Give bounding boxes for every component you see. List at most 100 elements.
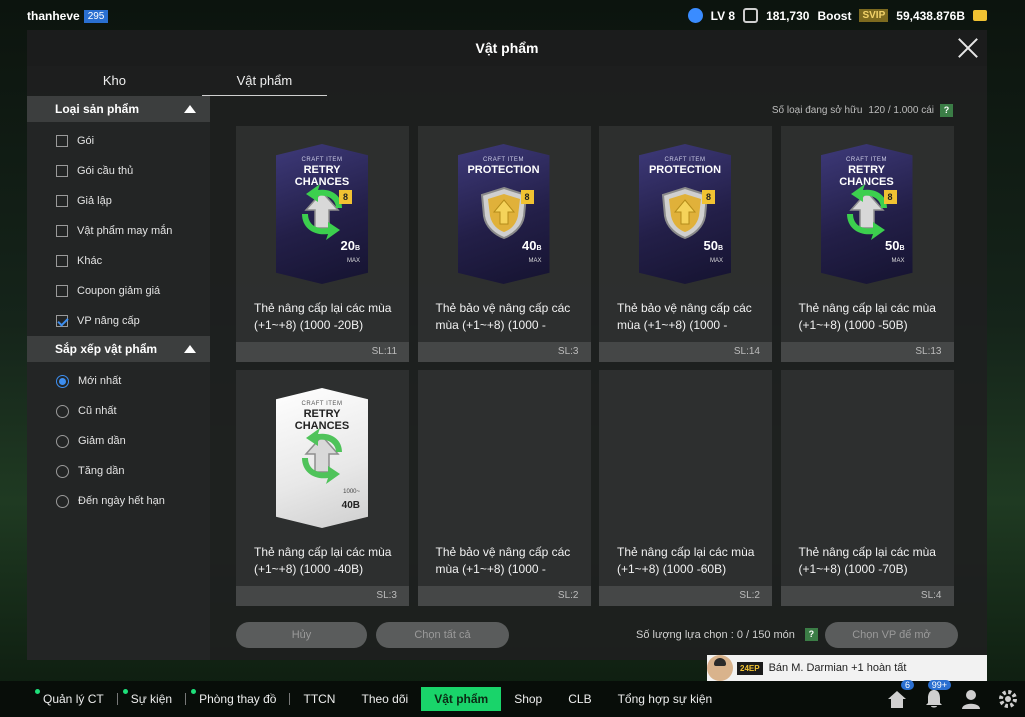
close-icon[interactable] bbox=[957, 37, 979, 59]
item-value-unit: B bbox=[717, 245, 723, 252]
tab-kho[interactable]: Kho bbox=[27, 66, 202, 96]
category-option[interactable]: Vật phẩm may mắn bbox=[27, 216, 210, 246]
cancel-button[interactable]: Hủy bbox=[236, 622, 367, 648]
item-title: Thẻ nâng cấp lại các mùa (+1~+8) (1000 -6… bbox=[617, 544, 762, 578]
notification-text: Bán M. Darmian +1 hoàn tất bbox=[768, 662, 907, 674]
username: thanheve bbox=[27, 9, 80, 23]
item-value-unit: B bbox=[354, 245, 360, 252]
category-option[interactable]: Coupon giảm giá bbox=[27, 276, 210, 306]
radio-button[interactable] bbox=[56, 404, 69, 418]
category-option[interactable]: Khác bbox=[27, 246, 210, 276]
bottom-nav-item[interactable]: Tổng hợp sự kiện bbox=[605, 687, 726, 711]
sort-section-header[interactable]: Sắp xếp vật phẩm bbox=[27, 336, 210, 362]
item-title-line1: Thẻ nâng cấp lại các mùa bbox=[617, 545, 755, 559]
notification-toast[interactable]: 24EP Bán M. Darmian +1 hoàn tất bbox=[707, 655, 987, 681]
item-value-sub: MAX bbox=[709, 258, 723, 264]
settings-gear-icon[interactable] bbox=[997, 688, 1019, 710]
item-value: 20B MAX bbox=[340, 239, 360, 268]
item-title-line2: (+1~+8) (1000 -60B) bbox=[617, 562, 727, 576]
item-value-sub: MAX bbox=[346, 258, 360, 264]
tab-vat-pham[interactable]: Vật phẩm bbox=[201, 66, 327, 96]
checkbox[interactable] bbox=[56, 135, 68, 147]
bottom-nav-item[interactable]: Quản lý CT bbox=[30, 687, 117, 711]
bottom-nav-item[interactable]: Shop bbox=[501, 687, 555, 711]
radio-button[interactable] bbox=[56, 464, 69, 478]
collapse-triangle-icon bbox=[184, 345, 196, 353]
home-icon[interactable]: 6 bbox=[886, 680, 914, 710]
item-value: 1000~ 40B bbox=[342, 486, 360, 512]
item-value-sub: MAX bbox=[528, 258, 542, 264]
sort-option[interactable]: Cũ nhất bbox=[27, 396, 210, 426]
owned-count: Số loại đang sở hữu 120 / 1.000 cái ? bbox=[772, 104, 953, 117]
checkbox[interactable] bbox=[56, 165, 68, 177]
level-icon bbox=[687, 8, 703, 23]
item-title-line2: (+1~+8) (1000 -20B) bbox=[254, 318, 364, 332]
sort-option[interactable]: Tăng dần bbox=[27, 456, 210, 486]
help-icon[interactable]: ? bbox=[940, 104, 953, 117]
checkbox[interactable] bbox=[56, 195, 68, 207]
open-item-button[interactable]: Chọn VP để mở bbox=[825, 622, 958, 648]
category-option[interactable]: VP nâng cấp bbox=[27, 306, 210, 336]
sort-list: Mới nhất Cũ nhất Giảm dần Tăng dần Đến ngày … bbox=[27, 362, 210, 516]
item-card[interactable]: CRAFT ITEM RETRY CHANCES 8 50B MAX Thẻ nâng c… bbox=[780, 126, 954, 362]
item-quantity: SL:3 bbox=[417, 342, 591, 362]
checkbox[interactable] bbox=[56, 315, 68, 327]
sort-option-label: Giảm dần bbox=[78, 435, 126, 447]
category-list: Gói Gói cầu thủ Giả lập Vật phẩm may mắn Khá… bbox=[27, 122, 210, 336]
item-card[interactable]: CRAFT ITEM RETRY CHANCES 1000~ 40B Thẻ nâng … bbox=[236, 370, 409, 606]
upgrade-level-badge: 8 bbox=[702, 190, 715, 204]
item-title-line2: mùa (+1~+8) (1000 - bbox=[617, 318, 728, 332]
bell-icon[interactable]: 99+ bbox=[923, 680, 951, 710]
item-title: Thẻ nâng cấp lại các mùa (+1~+8) (1000 -7… bbox=[799, 544, 944, 578]
item-card[interactable]: Thẻ nâng cấp lại các mùa (+1~+8) (1000 -6… bbox=[599, 370, 772, 606]
item-card[interactable]: CRAFT ITEM PROTECTION 8 50B MAX Thẻ bảo vệ nâ… bbox=[599, 126, 772, 362]
radio-button[interactable] bbox=[56, 374, 69, 388]
bottom-nav-item[interactable]: CLB bbox=[555, 687, 604, 711]
select-all-button[interactable]: Chọn tất cả bbox=[376, 622, 509, 648]
sort-option-label: Đến ngày hết hạn bbox=[78, 495, 165, 507]
home-badge: 6 bbox=[900, 680, 914, 690]
bottom-nav-label: CLB bbox=[568, 692, 592, 706]
item-value: 50B MAX bbox=[703, 239, 723, 268]
modal-tabs: Kho Vật phẩm bbox=[27, 66, 327, 96]
item-quantity: SL:14 bbox=[599, 342, 772, 362]
category-section-header[interactable]: Loại sản phẩm bbox=[27, 96, 210, 122]
item-card[interactable]: Thẻ bảo vệ nâng cấp các mùa (+1~+8) (1000… bbox=[417, 370, 591, 606]
profile-icon[interactable] bbox=[960, 688, 982, 710]
bottom-nav-item[interactable]: TTCN bbox=[290, 687, 348, 711]
item-card[interactable]: CRAFT ITEM PROTECTION 8 40B MAX Thẻ bảo vệ nâ… bbox=[417, 126, 591, 362]
item-quantity: SL:4 bbox=[780, 586, 954, 606]
retry-arrow-icon bbox=[294, 428, 350, 484]
item-card[interactable]: CRAFT ITEM RETRY CHANCES 8 20B MAX Thẻ nâng c… bbox=[236, 126, 409, 362]
user-info[interactable]: thanheve 295 bbox=[27, 9, 109, 23]
bottom-icons: 6 99+ bbox=[886, 680, 1019, 717]
item-quantity: SL:13 bbox=[780, 342, 954, 362]
top-status-bar: thanheve 295 LV 8 181,730 Boost SVIP 59,… bbox=[0, 0, 1025, 32]
filter-sidebar: Loại sản phẩm Gói Gói cầu thủ Giả lập Vật p… bbox=[27, 96, 210, 660]
sort-option[interactable]: Đến ngày hết hạn bbox=[27, 486, 210, 516]
item-value-text: 40 bbox=[521, 238, 537, 253]
selection-count: Số lượng lựa chọn : 0 / 150 món bbox=[636, 628, 795, 641]
category-option-label: Gói cầu thủ bbox=[77, 165, 134, 177]
item-value: 40B MAX bbox=[522, 239, 542, 268]
bottom-nav-item[interactable]: Sự kiện bbox=[118, 687, 185, 711]
item-title-line1: Thẻ nâng cấp lại các mùa bbox=[798, 545, 936, 559]
checkbox[interactable] bbox=[56, 285, 68, 297]
bottom-nav-item[interactable]: Theo dõi bbox=[348, 687, 421, 711]
radio-button[interactable] bbox=[56, 434, 69, 448]
help-icon[interactable]: ? bbox=[804, 628, 818, 641]
radio-button[interactable] bbox=[56, 494, 69, 508]
checkbox[interactable] bbox=[56, 255, 68, 267]
category-option-label: VP nâng cấp bbox=[77, 315, 140, 327]
sort-option[interactable]: Mới nhất bbox=[27, 366, 210, 396]
category-option[interactable]: Gói cầu thủ bbox=[27, 156, 210, 186]
item-card[interactable]: Thẻ nâng cấp lại các mùa (+1~+8) (1000 -7… bbox=[780, 370, 954, 606]
bottom-nav-item[interactable]: Vật phẩm bbox=[421, 687, 502, 711]
category-option[interactable]: Gói bbox=[27, 126, 210, 156]
bottom-nav-item[interactable]: Phòng thay đồ bbox=[186, 687, 289, 711]
sort-option[interactable]: Giảm dần bbox=[27, 426, 210, 456]
category-option[interactable]: Giả lập bbox=[27, 186, 210, 216]
sort-option-label: Mới nhất bbox=[78, 375, 122, 387]
item-quantity: SL:2 bbox=[417, 586, 591, 606]
checkbox[interactable] bbox=[56, 225, 68, 237]
